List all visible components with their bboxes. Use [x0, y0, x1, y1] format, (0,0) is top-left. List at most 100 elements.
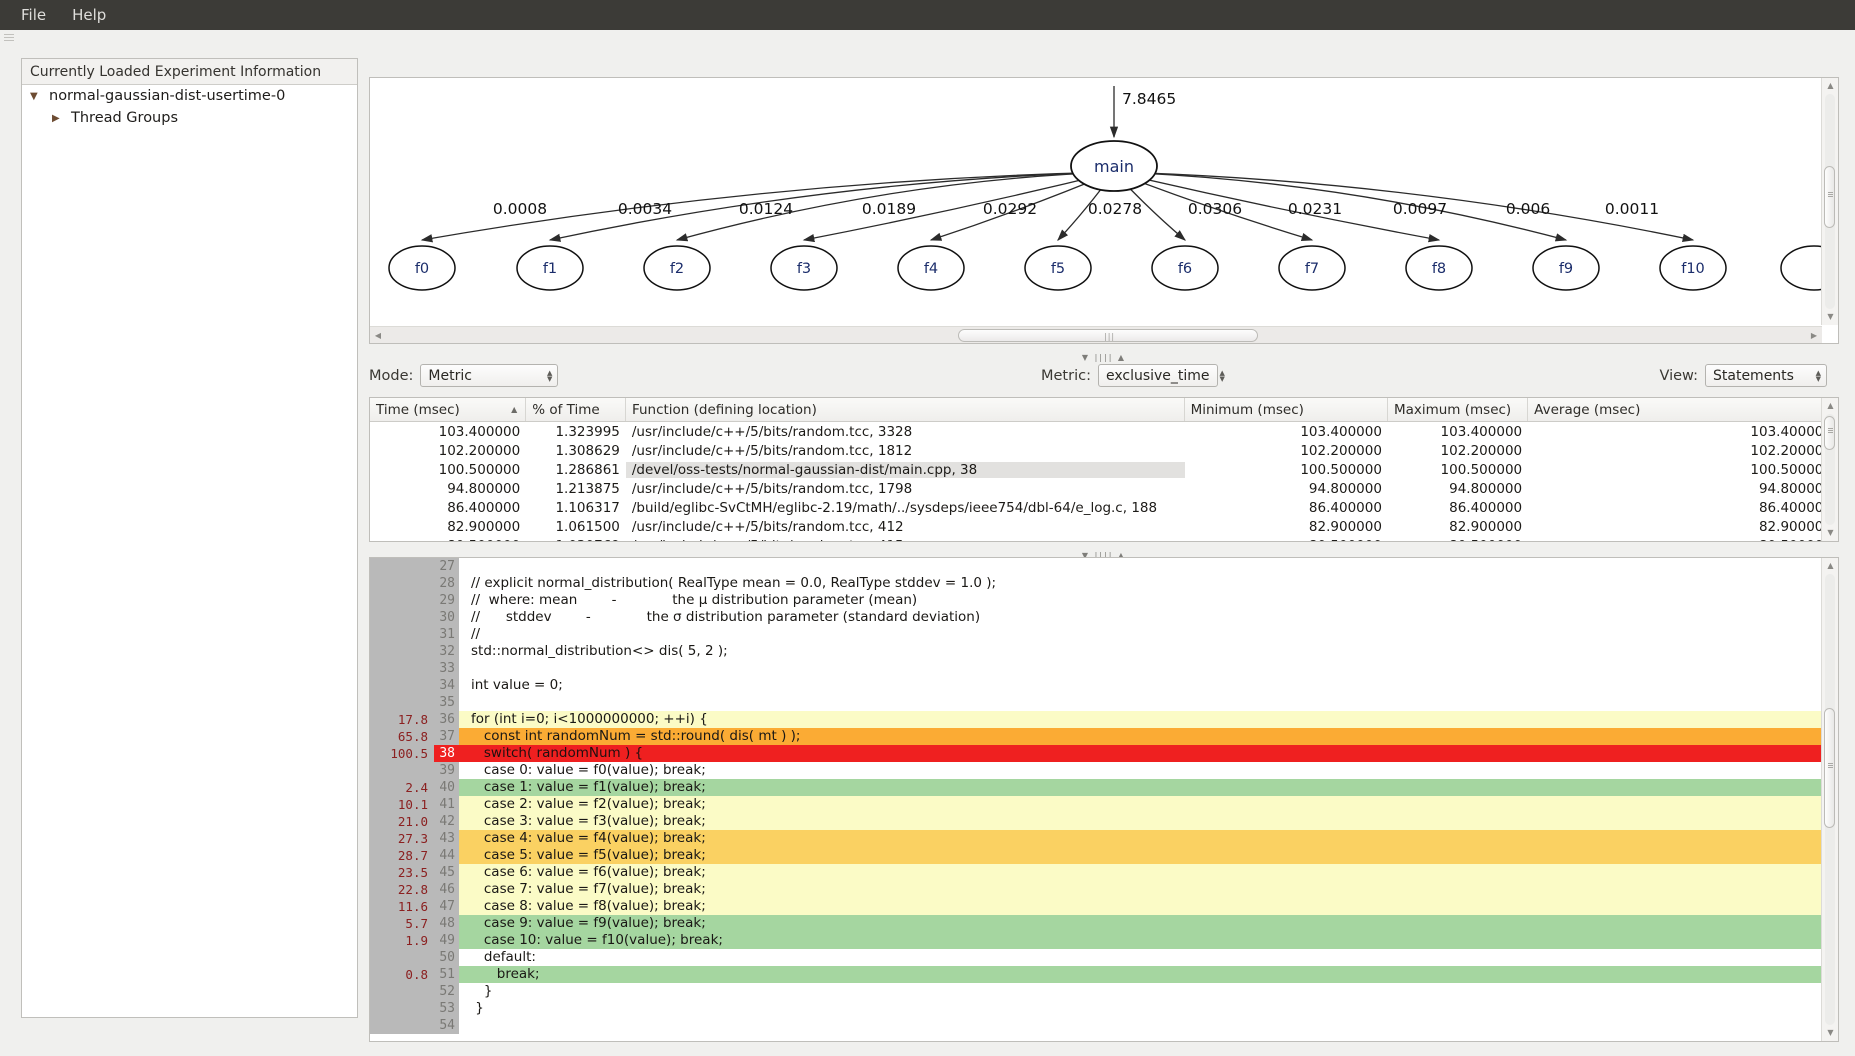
splitter-graph-table[interactable]: ▼ |||| ▲ [369, 345, 1839, 362]
source-line-code: case 10: value = f10(value); break; [459, 932, 1821, 949]
table-cell: 1.308629 [555, 442, 620, 459]
graph-vertical-scrollbar[interactable]: ▲ ▼ [1821, 78, 1838, 325]
source-line[interactable]: 23.5 45 case 6: value = f6(value); break; [370, 864, 1821, 881]
table-row[interactable]: 100.500000 1.286861/devel/oss-tests/norma… [370, 460, 1838, 479]
source-vertical-scrollbar[interactable]: ▲ ▼ [1821, 558, 1838, 1041]
source-line[interactable]: 50 default: [370, 949, 1821, 966]
scroll-down-icon[interactable]: ▼ [1822, 1025, 1838, 1041]
source-line[interactable]: 39 case 0: value = f0(value); break; [370, 762, 1821, 779]
expand-triangle-right-icon[interactable]: ▶ [52, 113, 66, 124]
table-cell: 102.200000 [1440, 442, 1523, 459]
mode-control[interactable]: Mode: Metric ▲ ▼ [369, 364, 559, 387]
source-line[interactable]: 33 [370, 660, 1821, 677]
scroll-up-icon[interactable]: ▲ [1822, 558, 1838, 574]
source-line-number: 29 [434, 592, 459, 609]
scroll-down-icon[interactable]: ▼ [1822, 525, 1838, 541]
statements-table-panel[interactable]: Time (msec) ▲ % of Time Function (defining … [369, 397, 1839, 542]
table-column-header-3[interactable]: Minimum (msec) [1185, 398, 1388, 421]
table-row[interactable]: 82.900000 1.061500/usr/include/c++/5/bits… [370, 517, 1838, 536]
source-line[interactable]: 30// stddev - the σ distribution paramet… [370, 609, 1821, 626]
source-line-metric [370, 609, 434, 626]
spinner-icon[interactable]: ▲ ▼ [1220, 369, 1225, 382]
source-line-number: 49 [434, 932, 459, 949]
source-line[interactable]: 27.3 43 case 4: value = f4(value); break; [370, 830, 1821, 847]
metric-control[interactable]: Metric: exclusive_time ▲ ▼ [1041, 364, 1225, 387]
table-column-header-4[interactable]: Maximum (msec) [1388, 398, 1529, 421]
toolbar-grip-icon[interactable] [4, 34, 14, 48]
table-header-row[interactable]: Time (msec) ▲ % of Time Function (defining … [370, 398, 1838, 422]
source-code-lines[interactable]: 27 28// explicit normal_distribution( Rea… [370, 558, 1821, 1034]
table-vscroll-thumb[interactable] [1824, 416, 1835, 450]
table-column-header-0[interactable]: Time (msec) ▲ [370, 398, 527, 421]
call-graph-panel[interactable]: f0 f1 f2 f3 f4 f5 f6 f7 f8 f9 f10 main 7.8465 0.0008… [369, 77, 1839, 344]
source-line[interactable]: 28.7 44 case 5: value = f5(value); break; [370, 847, 1821, 864]
mode-select[interactable]: Metric ▲ ▼ [420, 364, 559, 387]
table-row[interactable]: 94.800000 1.213875/usr/include/c++/5/bits… [370, 479, 1838, 498]
expand-triangle-down-icon[interactable]: ▼ [30, 91, 44, 102]
spinner-icon[interactable]: ▲ ▼ [547, 369, 552, 382]
view-select[interactable]: Statements ▲ ▼ [1705, 364, 1827, 387]
graph-horizontal-scrollbar[interactable]: ◀ ||| ▶ [370, 326, 1822, 343]
sort-ascending-icon[interactable]: ▲ [511, 405, 517, 414]
edge-value-f8: 0.0097 [1393, 200, 1447, 218]
source-line-number: 28 [434, 575, 459, 592]
source-line[interactable]: 32 std::normal_distribution<> dis( 5, 2 )… [370, 643, 1821, 660]
table-column-header-1[interactable]: % of Time [526, 398, 626, 421]
source-line[interactable]: 1.9 49 case 10: value = f10(value); break… [370, 932, 1821, 949]
source-line[interactable]: 27 [370, 558, 1821, 575]
source-code-panel[interactable]: 27 28// explicit normal_distribution( Rea… [369, 557, 1839, 1042]
source-line-number: 37 [434, 728, 459, 745]
experiment-tree[interactable]: ▼ normal-gaussian-dist-usertime-0 ▶ Thre… [22, 85, 357, 129]
source-line[interactable]: 29// where: mean - the µ distribution pa… [370, 592, 1821, 609]
scroll-up-icon[interactable]: ▲ [1822, 398, 1838, 414]
source-line[interactable]: 22.8 46 case 7: value = f7(value); break; [370, 881, 1821, 898]
table-column-label: Time (msec) [376, 401, 460, 418]
table-vertical-scrollbar[interactable]: ▲ ▼ [1821, 398, 1838, 541]
scroll-left-icon[interactable]: ◀ [370, 327, 386, 344]
menu-help[interactable]: Help [59, 2, 119, 28]
table-row[interactable]: 102.200000 1.308629/usr/include/c++/5/bit… [370, 441, 1838, 460]
scroll-up-icon[interactable]: ▲ [1822, 78, 1839, 94]
source-line[interactable]: 2.4 40 case 1: value = f1(value); break; [370, 779, 1821, 796]
table-row[interactable]: 86.400000 1.106317/build/eglibc-SvCtMH/eg… [370, 498, 1838, 517]
tree-item-experiment[interactable]: ▼ normal-gaussian-dist-usertime-0 [22, 85, 357, 107]
source-line[interactable]: 34 int value = 0; [370, 677, 1821, 694]
menu-file[interactable]: File [8, 2, 59, 28]
vscroll-grip-icon [1828, 428, 1833, 438]
view-control[interactable]: View: Statements ▲ ▼ [1659, 364, 1827, 387]
splitter-table-source[interactable]: ▼ |||| ▲ [369, 543, 1839, 560]
table-row[interactable]: 80.5000001.030769/usr/include/c++/5/bits… [370, 536, 1838, 542]
source-line[interactable]: 5.7 48 case 9: value = f9(value); break; [370, 915, 1821, 932]
source-line[interactable]: 54 [370, 1017, 1821, 1034]
table-body[interactable]: 103.400000 1.323995/usr/include/c++/5/bit… [370, 422, 1838, 542]
source-line[interactable]: 35 [370, 694, 1821, 711]
table-column-header-2[interactable]: Function (defining location) [626, 398, 1185, 421]
spinner-icon[interactable]: ▲ ▼ [1816, 369, 1821, 382]
source-vscroll-thumb[interactable] [1824, 708, 1835, 828]
source-line[interactable]: 21.0 42 case 3: value = f3(value); break; [370, 813, 1821, 830]
source-line[interactable]: 65.8 37 const int randomNum = std::round(… [370, 728, 1821, 745]
source-line[interactable]: 0.8 51 break; [370, 966, 1821, 983]
source-line[interactable]: 31// [370, 626, 1821, 643]
graph-vscroll-thumb[interactable] [1824, 166, 1835, 228]
table-row[interactable]: 103.400000 1.323995/usr/include/c++/5/bit… [370, 422, 1838, 441]
source-code-scroll[interactable]: 27 28// explicit normal_distribution( Rea… [370, 558, 1821, 1041]
source-line[interactable]: 28// explicit normal_distribution( RealT… [370, 575, 1821, 592]
source-line[interactable]: 17.8 36 for (int i=0; i<1000000000; ++i) { [370, 711, 1821, 728]
graph-node-label-main: main [1094, 157, 1134, 176]
metric-select[interactable]: exclusive_time ▲ ▼ [1097, 364, 1225, 387]
scroll-down-icon[interactable]: ▼ [1822, 309, 1839, 325]
source-line-metric: 11.6 [370, 898, 434, 915]
table-column-header-5[interactable]: Average (msec) [1528, 398, 1838, 421]
source-line[interactable]: 52 } [370, 983, 1821, 1000]
source-line[interactable]: 100.5 38 switch( randomNum ) { [370, 745, 1821, 762]
graph-hscroll-thumb[interactable]: ||| [958, 329, 1258, 342]
call-graph-canvas[interactable]: f0 f1 f2 f3 f4 f5 f6 f7 f8 f9 f10 main 7.8465 0.0008… [370, 78, 1822, 327]
graph-node-label-f1: f1 [543, 261, 557, 277]
tree-item-thread-groups[interactable]: ▶ Thread Groups [22, 107, 357, 129]
source-line-metric: 27.3 [370, 830, 434, 847]
source-line[interactable]: 10.1 41 case 2: value = f2(value); break; [370, 796, 1821, 813]
source-line[interactable]: 53 } [370, 1000, 1821, 1017]
source-line[interactable]: 11.6 47 case 8: value = f8(value); break; [370, 898, 1821, 915]
scroll-right-icon[interactable]: ▶ [1806, 327, 1822, 344]
